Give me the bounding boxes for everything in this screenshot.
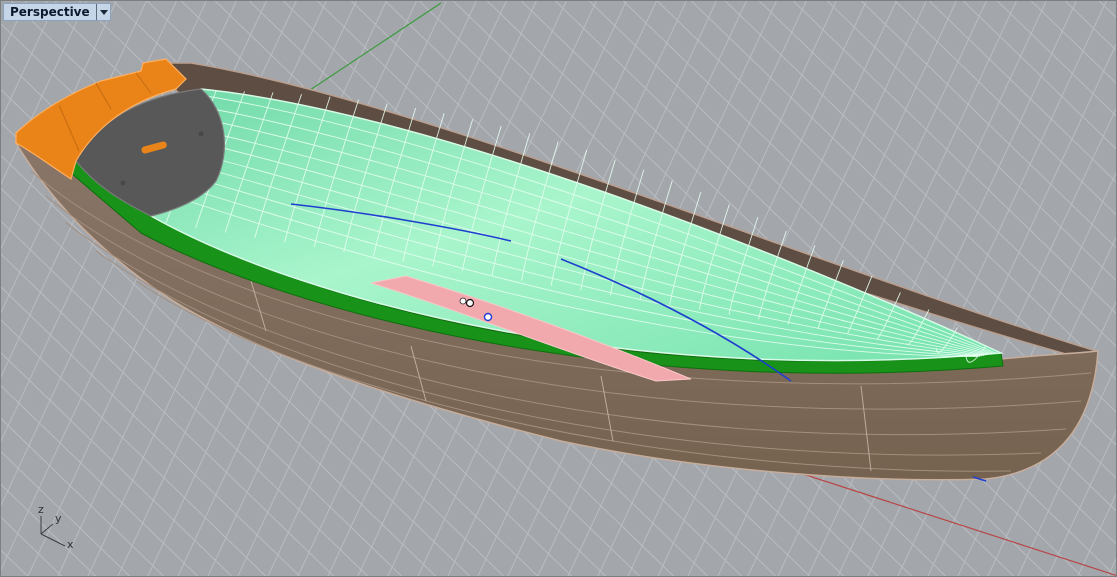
viewport-title-tab[interactable]: Perspective bbox=[3, 3, 111, 21]
z-axis-label: z bbox=[38, 503, 44, 516]
y-axis-label: y bbox=[55, 512, 62, 525]
perspective-viewport[interactable]: Perspective z y x bbox=[0, 0, 1117, 577]
control-point[interactable] bbox=[483, 312, 493, 322]
axis-widget: z y x bbox=[29, 504, 89, 554]
transom-hole bbox=[198, 131, 204, 137]
control-point[interactable] bbox=[459, 297, 467, 305]
transom-hole bbox=[120, 180, 126, 186]
y-axis-line bbox=[300, 2, 442, 97]
control-point[interactable] bbox=[465, 298, 475, 308]
chevron-down-icon[interactable] bbox=[95, 4, 110, 20]
x-axis-label: x bbox=[67, 538, 74, 551]
model-scene[interactable] bbox=[1, 1, 1117, 577]
viewport-title[interactable]: Perspective bbox=[4, 4, 96, 20]
